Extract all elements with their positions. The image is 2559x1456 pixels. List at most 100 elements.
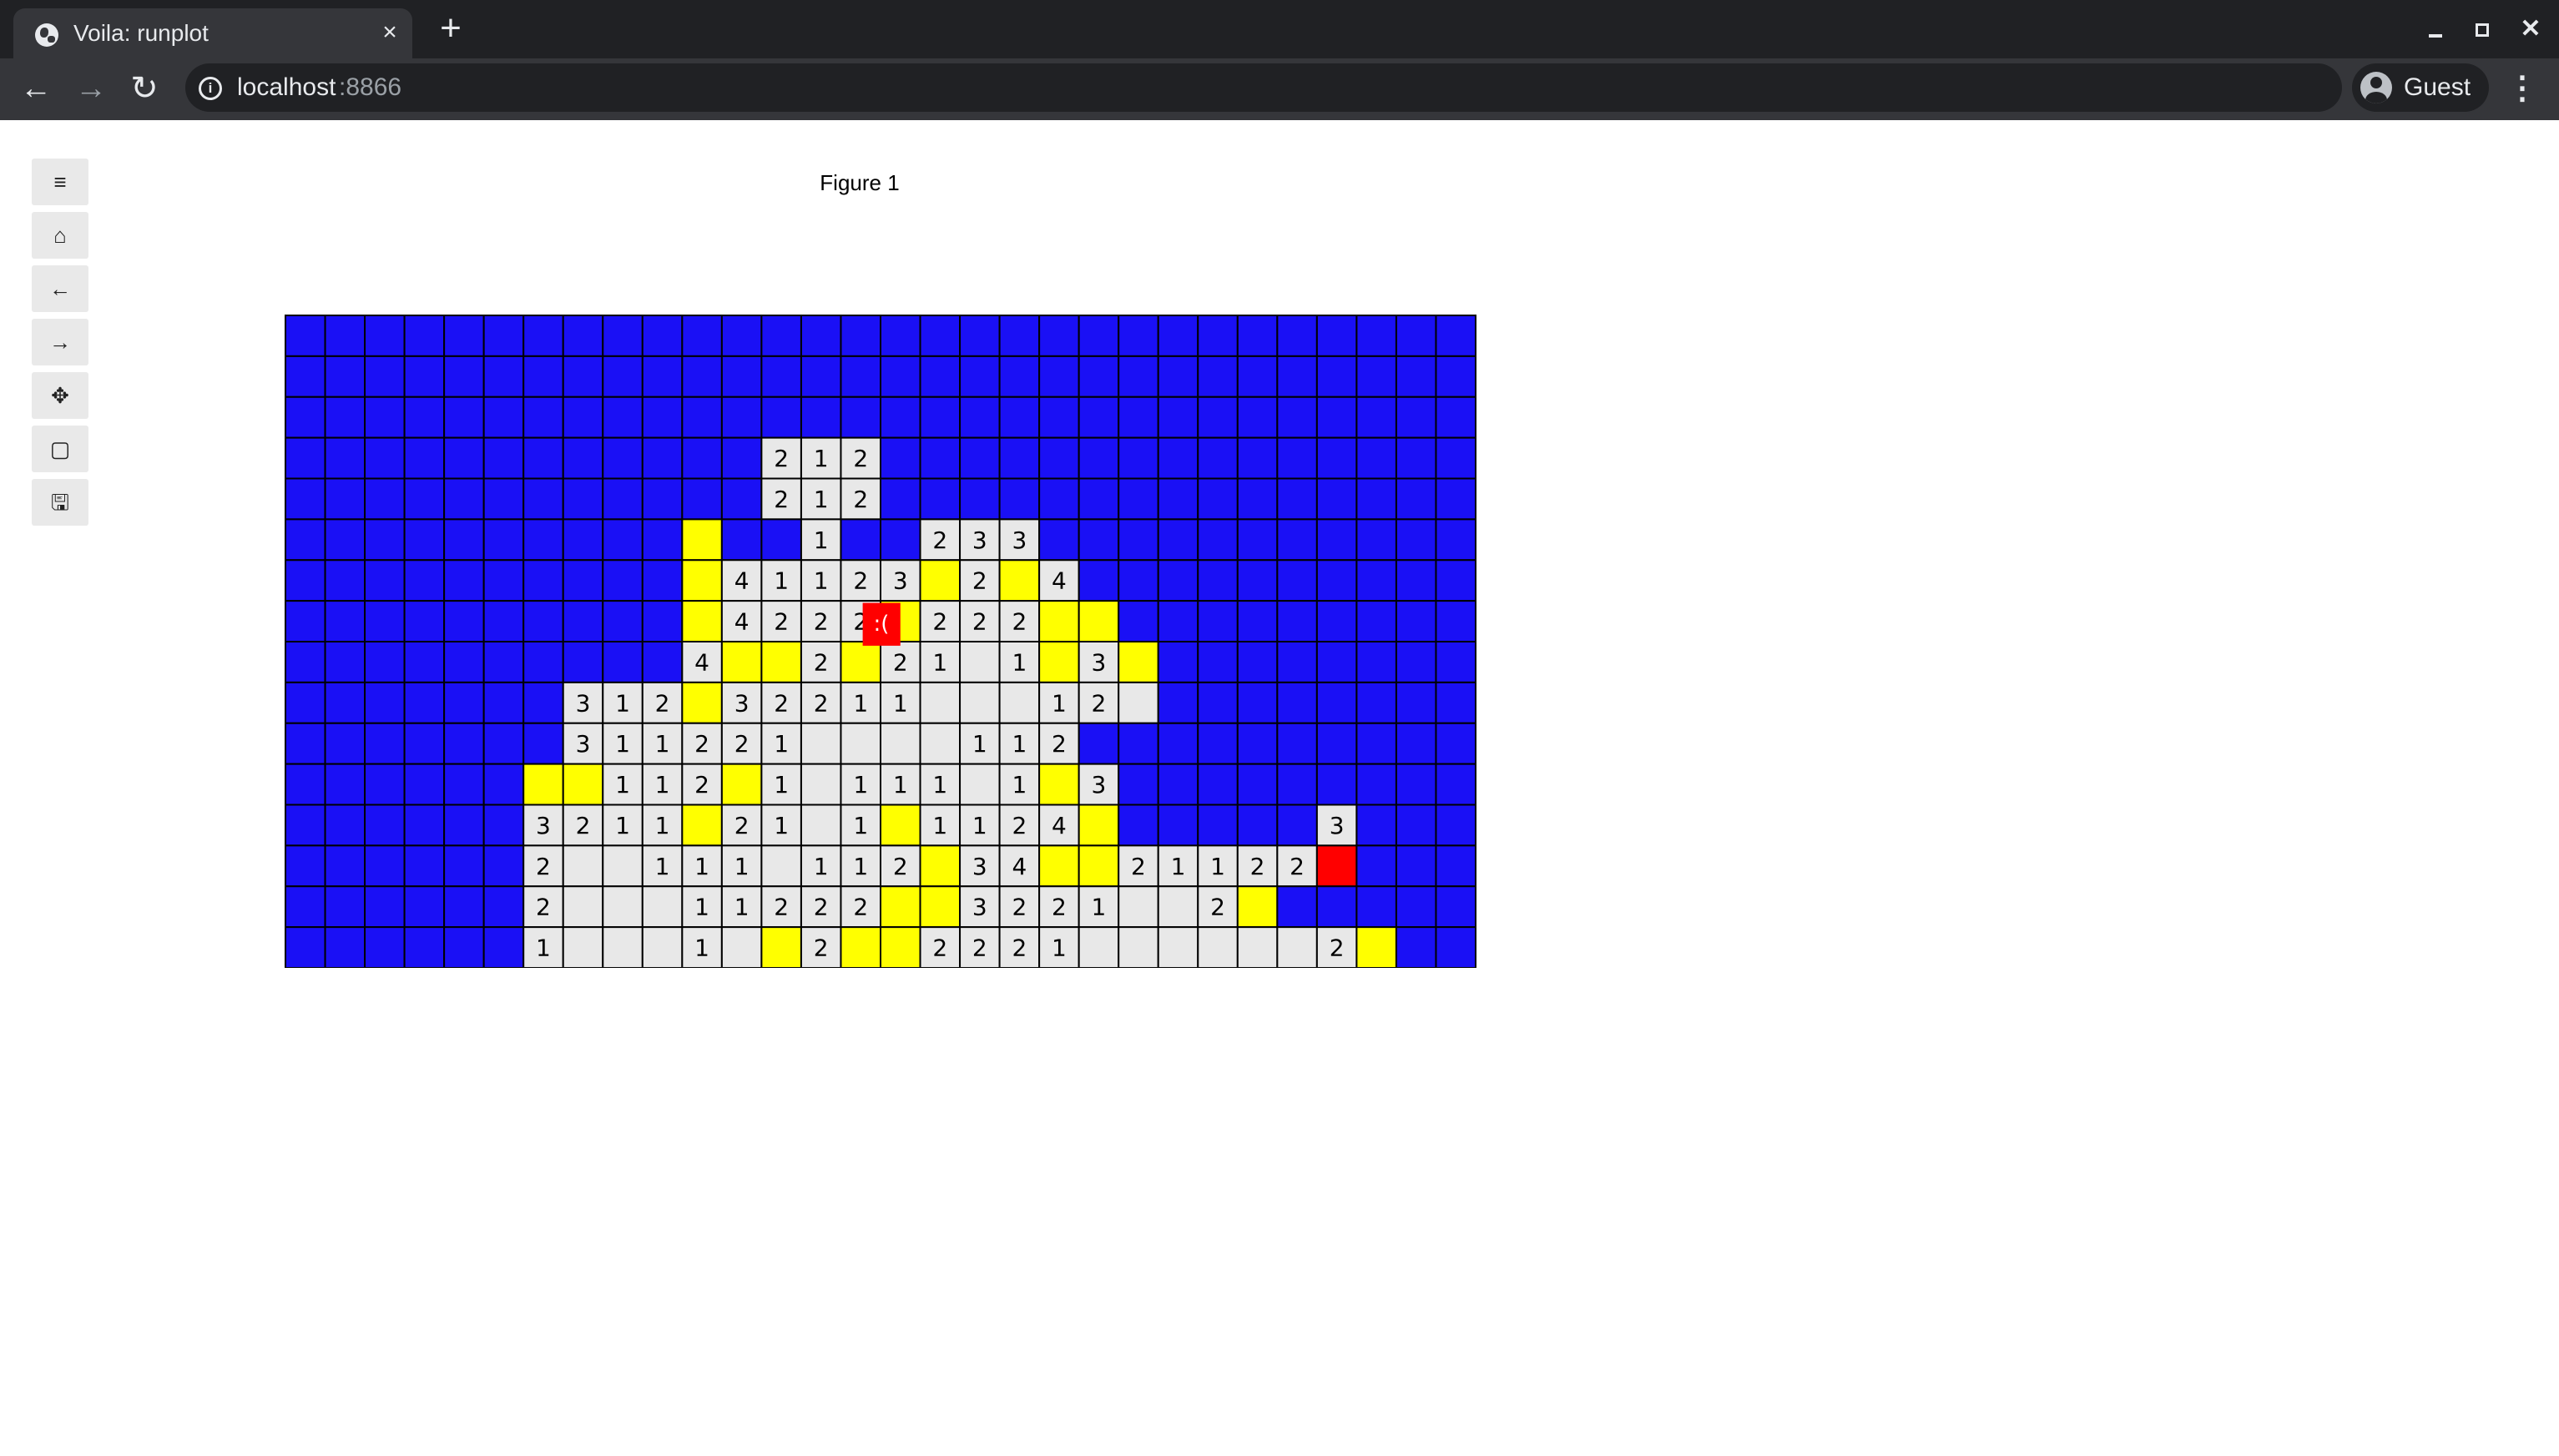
hidden-cell[interactable] [364, 722, 406, 765]
hidden-cell[interactable] [1315, 885, 1358, 929]
hidden-cell[interactable] [482, 315, 525, 357]
flagged-cell[interactable] [681, 518, 723, 562]
hidden-cell[interactable] [641, 559, 684, 602]
hidden-cell[interactable] [1435, 518, 1477, 562]
hidden-cell[interactable] [840, 355, 882, 398]
hidden-cell[interactable] [1236, 763, 1279, 806]
hidden-cell[interactable] [403, 355, 446, 398]
hidden-cell[interactable] [443, 844, 485, 888]
hidden-cell[interactable] [364, 315, 406, 357]
hidden-cell[interactable] [364, 641, 406, 683]
hidden-cell[interactable] [602, 395, 644, 439]
revealed-cell[interactable] [641, 885, 684, 929]
hidden-cell[interactable] [562, 600, 604, 642]
hidden-cell[interactable] [1276, 763, 1318, 806]
hidden-cell[interactable] [285, 600, 326, 642]
flagged-cell[interactable] [919, 885, 962, 929]
hidden-cell[interactable] [1355, 681, 1397, 724]
hidden-cell[interactable] [1435, 722, 1477, 765]
hidden-cell[interactable] [364, 763, 406, 806]
hidden-cell[interactable] [482, 885, 525, 929]
hidden-cell[interactable] [1276, 681, 1318, 724]
hidden-cell[interactable] [364, 926, 406, 968]
hidden-cell[interactable] [482, 844, 525, 888]
revealed-cell[interactable] [602, 844, 644, 888]
hidden-cell[interactable] [1395, 926, 1437, 968]
hidden-cell[interactable] [800, 315, 842, 357]
hidden-cell[interactable] [1197, 395, 1239, 439]
hidden-cell[interactable] [1157, 355, 1199, 398]
hidden-cell[interactable] [324, 355, 366, 398]
flagged-cell[interactable] [1038, 641, 1080, 683]
menu-icon[interactable]: ≡ [32, 159, 88, 205]
hidden-cell[interactable] [285, 518, 326, 562]
hidden-cell[interactable] [602, 315, 644, 357]
flagged-cell[interactable] [562, 763, 604, 806]
hidden-cell[interactable] [1197, 600, 1239, 642]
hidden-cell[interactable] [403, 681, 446, 724]
hidden-cell[interactable] [1038, 477, 1080, 521]
home-icon[interactable]: ⌂ [32, 212, 88, 259]
hidden-cell[interactable] [403, 315, 446, 357]
hidden-cell[interactable] [285, 926, 326, 968]
hidden-cell[interactable] [403, 518, 446, 562]
hidden-cell[interactable] [998, 355, 1041, 398]
hidden-cell[interactable] [1078, 559, 1120, 602]
hidden-cell[interactable] [324, 681, 366, 724]
hidden-cell[interactable] [1236, 641, 1279, 683]
hidden-cell[interactable] [1157, 395, 1199, 439]
hidden-cell[interactable] [482, 355, 525, 398]
hidden-cell[interactable] [998, 436, 1041, 480]
revealed-cell[interactable] [1118, 926, 1159, 968]
hidden-cell[interactable] [562, 559, 604, 602]
save-icon[interactable]: 🖫 [32, 479, 88, 526]
hidden-cell[interactable] [720, 477, 763, 521]
hidden-cell[interactable] [1118, 436, 1159, 480]
reload-icon[interactable]: ↻ [125, 70, 164, 108]
hidden-cell[interactable] [1435, 559, 1477, 602]
hidden-cell[interactable] [364, 477, 406, 521]
hidden-cell[interactable] [959, 315, 1001, 357]
revealed-cell[interactable] [1197, 926, 1239, 968]
hidden-cell[interactable] [522, 681, 564, 724]
hidden-cell[interactable] [1038, 395, 1080, 439]
hidden-cell[interactable] [1435, 600, 1477, 642]
hidden-cell[interactable] [602, 436, 644, 480]
hidden-cell[interactable] [1157, 518, 1199, 562]
hidden-cell[interactable] [1197, 722, 1239, 765]
hidden-cell[interactable] [681, 395, 723, 439]
revealed-cell[interactable] [998, 681, 1041, 724]
hidden-cell[interactable] [720, 395, 763, 439]
hidden-cell[interactable] [1315, 600, 1358, 642]
hidden-cell[interactable] [800, 395, 842, 439]
hidden-cell[interactable] [403, 844, 446, 888]
hidden-cell[interactable] [1276, 885, 1318, 929]
flagged-cell[interactable] [1038, 600, 1080, 642]
hidden-cell[interactable] [840, 315, 882, 357]
revealed-cell[interactable] [641, 926, 684, 968]
hidden-cell[interactable] [285, 885, 326, 929]
hidden-cell[interactable] [1236, 804, 1279, 847]
maximize-icon[interactable] [2466, 13, 2499, 47]
hidden-cell[interactable] [1236, 559, 1279, 602]
hidden-cell[interactable] [443, 477, 485, 521]
pan-move-icon[interactable]: ✥ [32, 372, 88, 419]
hidden-cell[interactable] [443, 926, 485, 968]
hidden-cell[interactable] [1078, 477, 1120, 521]
revealed-cell[interactable] [800, 804, 842, 847]
flagged-cell[interactable] [840, 641, 882, 683]
hidden-cell[interactable] [919, 395, 962, 439]
revealed-cell[interactable] [800, 763, 842, 806]
hidden-cell[interactable] [1395, 395, 1437, 439]
hidden-cell[interactable] [1197, 763, 1239, 806]
hidden-cell[interactable] [1395, 518, 1437, 562]
revealed-cell[interactable] [602, 885, 644, 929]
hidden-cell[interactable] [1276, 477, 1318, 521]
hidden-cell[interactable] [403, 763, 446, 806]
hidden-cell[interactable] [720, 436, 763, 480]
hidden-cell[interactable] [443, 518, 485, 562]
hidden-cell[interactable] [482, 763, 525, 806]
hidden-cell[interactable] [1355, 804, 1397, 847]
hidden-cell[interactable] [1435, 477, 1477, 521]
hidden-cell[interactable] [1118, 559, 1159, 602]
